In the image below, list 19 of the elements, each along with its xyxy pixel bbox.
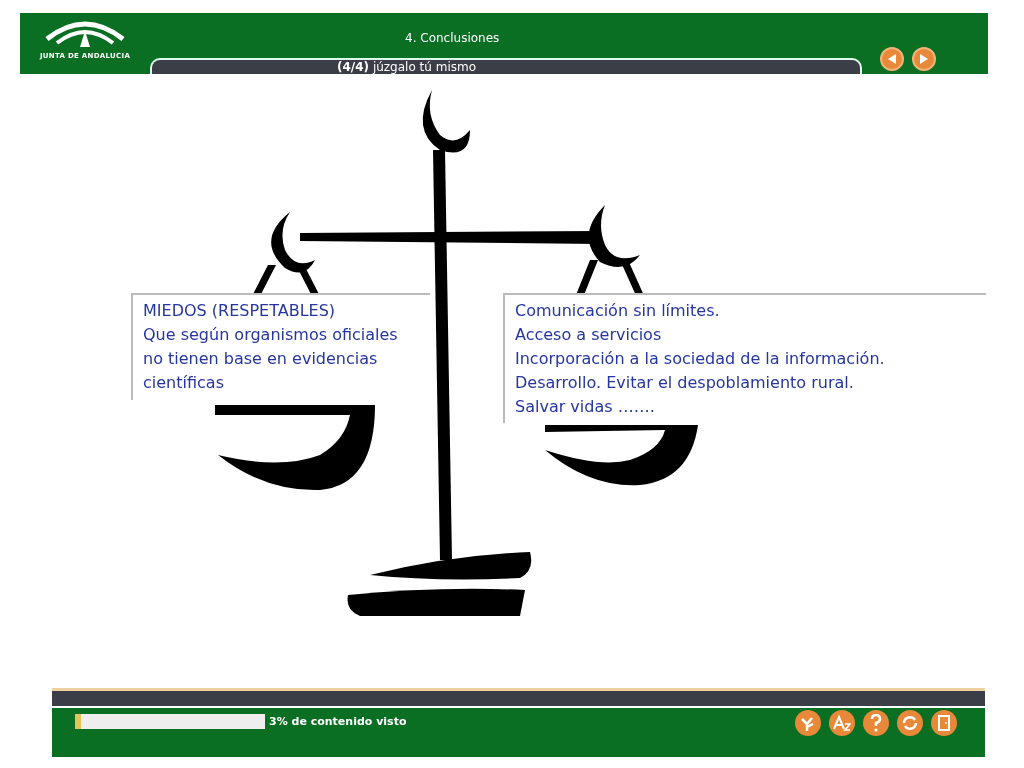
- panel-text-line: Acceso a servicios: [515, 324, 663, 346]
- panel-text-line: Comunicación sin límites.: [515, 300, 721, 322]
- left-triangle-icon: [886, 53, 898, 65]
- next-button[interactable]: [912, 47, 936, 71]
- subtitle-bar: (4/4) júzgalo tú mismo: [150, 58, 862, 74]
- section-title: 4. Conclusiones: [405, 30, 500, 47]
- exit-door-icon[interactable]: [931, 710, 957, 736]
- tree-icon[interactable]: [795, 710, 821, 736]
- right-triangle-icon: [918, 53, 930, 65]
- glossary-icon[interactable]: [829, 710, 855, 736]
- help-icon[interactable]: [863, 710, 889, 736]
- refresh-icon[interactable]: [897, 710, 923, 736]
- previous-button[interactable]: [880, 47, 904, 71]
- panel-text-line: Salvar vidas …….: [515, 396, 656, 418]
- progress-label: 3% de contenido visto: [269, 714, 407, 730]
- panel-text-line: Incorporación a la sociedad de la información.: [515, 348, 886, 370]
- panel-text-line: MIEDOS (RESPETABLES): [143, 300, 337, 322]
- panel-text-line: Desarrollo. Evitar el despoblamiento rural.: [515, 372, 855, 394]
- panel-text-line: Que según organismos oficiales no tienen base en evidencias científicas: [143, 324, 399, 394]
